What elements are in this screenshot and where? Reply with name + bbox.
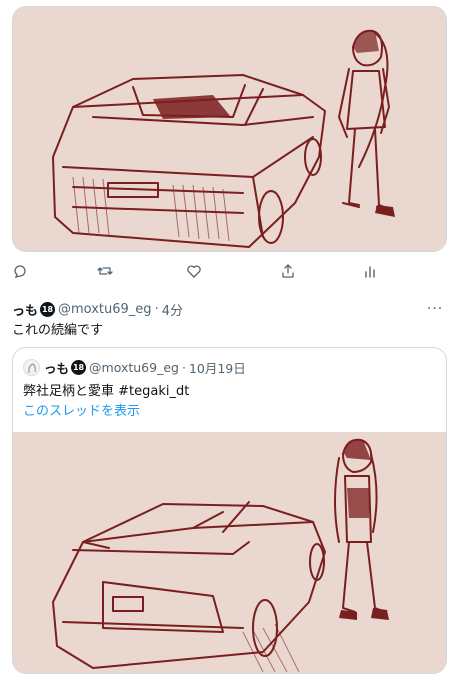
car-girl-sketch: [13, 7, 446, 251]
tweet-text: これの続編です: [12, 323, 104, 338]
avatar[interactable]: [23, 359, 40, 376]
quoted-tweet[interactable]: っも 18 @moxtu69_eg · 10月19日 弊社足柄と愛車 #tega…: [12, 347, 447, 674]
quoted-tweet-header: っも 18 @moxtu69_eg · 10月19日: [23, 358, 246, 377]
show-thread-link[interactable]: このスレッドを表示: [23, 400, 140, 419]
analytics-icon: [365, 266, 375, 278]
quoted-tweet-date[interactable]: 10月19日: [189, 358, 246, 377]
separator: ·: [181, 360, 186, 375]
like-button[interactable]: [182, 259, 206, 283]
age-18-badge-icon: 18: [40, 301, 56, 317]
tweet-header: っも 18 @moxtu69_eg · 4分: [12, 300, 447, 319]
separator: ·: [154, 301, 159, 317]
share-icon: [282, 264, 294, 278]
quoted-tweet-image-sketch[interactable]: [13, 432, 446, 673]
age-18-badge-icon: 18: [71, 360, 87, 375]
author-name[interactable]: っも: [12, 300, 38, 319]
retweet-button[interactable]: [93, 259, 117, 283]
tweet: っも 18 @moxtu69_eg · 4分 ··· これの続編です: [12, 300, 447, 340]
retweet-icon: [97, 267, 113, 275]
car-girl-sketch-2: [13, 432, 446, 673]
tweet-action-bar: [12, 259, 412, 283]
more-options-icon[interactable]: ···: [425, 300, 445, 318]
heart-icon: [187, 265, 201, 278]
quoted-tweet-text: 弊社足柄と愛車 #tegaki_dt: [23, 384, 190, 399]
share-button[interactable]: [276, 259, 300, 283]
reply-button[interactable]: [8, 259, 32, 283]
quoted-author-handle[interactable]: @moxtu69_eg: [89, 360, 179, 375]
author-handle[interactable]: @moxtu69_eg: [58, 302, 152, 317]
reply-icon: [14, 265, 26, 278]
tweet-image-sketch-1[interactable]: [12, 6, 447, 252]
quoted-author-name[interactable]: っも: [44, 358, 69, 377]
avatar-image: [28, 363, 36, 374]
tweet-timestamp[interactable]: 4分: [162, 300, 183, 319]
analytics-button[interactable]: [358, 259, 382, 283]
